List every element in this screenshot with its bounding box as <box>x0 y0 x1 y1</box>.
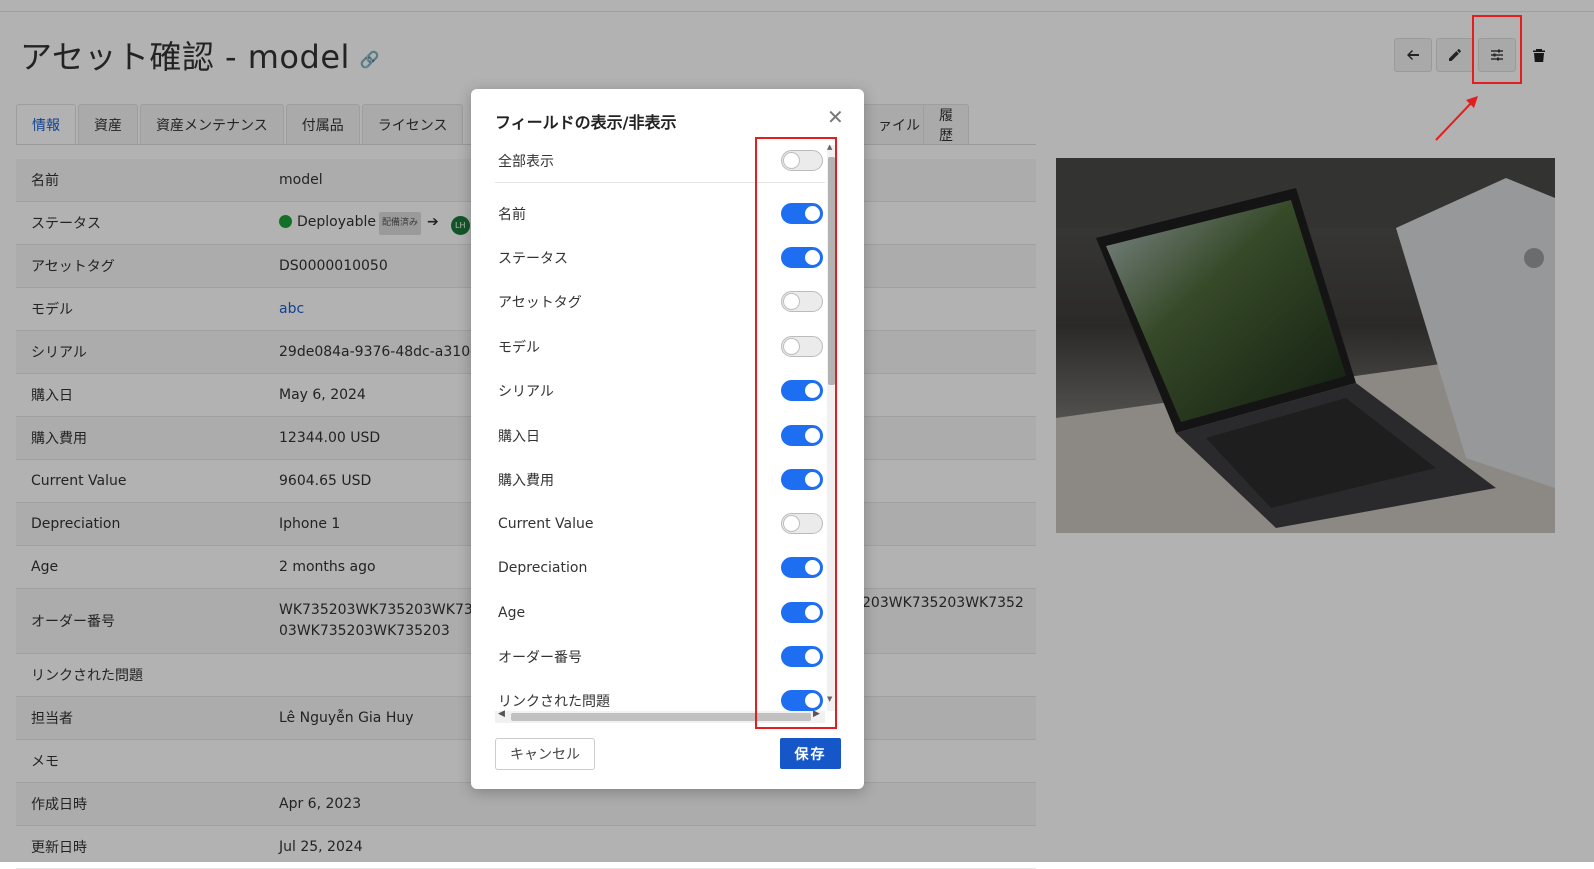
field-label: オーダー番号 <box>498 649 582 666</box>
annotation-arrow-icon <box>1435 96 1478 141</box>
field-label: 全部表示 <box>498 153 554 170</box>
field-label: シリアル <box>498 383 554 400</box>
field-label: Depreciation <box>498 559 588 576</box>
modal-title: フィールドの表示/非表示 <box>495 113 677 132</box>
field-label: 名前 <box>498 206 526 223</box>
scroll-left-icon[interactable]: ◀ <box>498 709 505 719</box>
highlight-toggles-box <box>755 137 837 729</box>
cancel-button[interactable]: キャンセル <box>495 738 595 770</box>
field-label: リンクされた問題 <box>498 693 610 710</box>
field-label: モデル <box>498 339 540 356</box>
save-button[interactable]: 保存 <box>780 738 841 769</box>
field-label: アセットタグ <box>498 294 582 311</box>
highlight-settings-box <box>1472 15 1522 84</box>
field-label: Age <box>498 604 526 621</box>
field-visibility-modal: フィールドの表示/非表示 ✕ 全部表示 名前 ステータス アセットタグ モデル … <box>471 89 864 789</box>
field-label: ステータス <box>498 250 568 267</box>
field-label: 購入費用 <box>498 472 554 489</box>
field-label: Current Value <box>498 515 594 532</box>
close-icon[interactable]: ✕ <box>827 105 844 129</box>
field-label: 購入日 <box>498 428 540 445</box>
